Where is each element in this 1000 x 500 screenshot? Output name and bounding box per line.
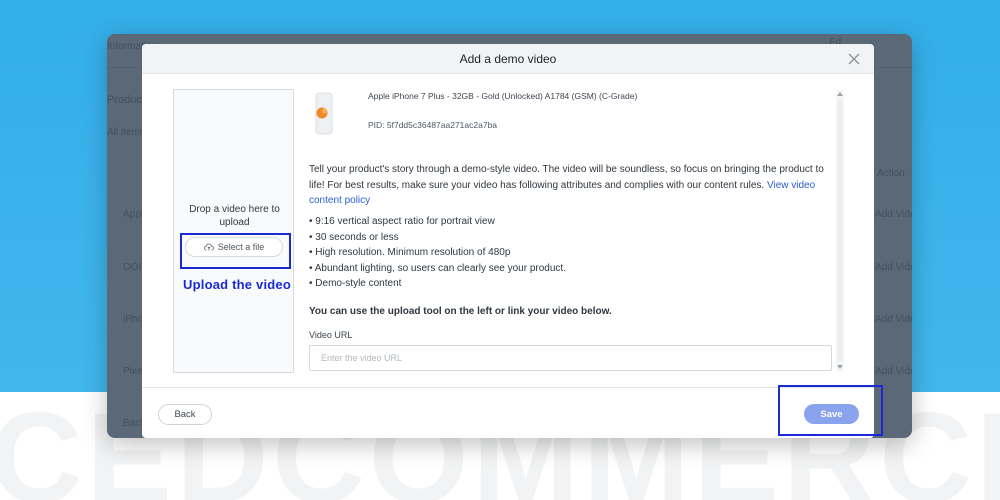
back-button[interactable]: Back — [158, 404, 212, 425]
video-url-input[interactable] — [309, 345, 832, 371]
select-file-highlight-box — [180, 233, 291, 269]
save-highlight-box — [778, 385, 883, 436]
upload-video-annotation: Upload the video — [183, 277, 291, 292]
list-item: • High resolution. Minimum resolution of… — [309, 247, 511, 258]
background-action-label: Add Video — [875, 366, 912, 377]
background-action-label: Add Video — [875, 262, 912, 273]
list-item: • 30 seconds or less — [309, 231, 399, 243]
video-url-label: Video URL — [309, 330, 353, 340]
background-filter-label: All items — [107, 127, 145, 138]
background-row-label: OOI — [123, 262, 142, 273]
product-pid: PID: 5f7dd5c36487aa271ac2a7ba — [368, 120, 498, 130]
background-action-label: Add Video — [875, 314, 912, 325]
drop-zone-text: Drop a video here to upload — [189, 204, 280, 228]
upload-note: You can use the upload tool on the left … — [309, 306, 612, 317]
video-attributes-list: • 9:16 vertical aspect ratio for portrai… — [309, 214, 809, 292]
footer-divider — [142, 387, 874, 388]
list-item: • 9:16 vertical aspect ratio for portrai… — [309, 216, 495, 227]
product-title: Apple iPhone 7 Plus - 32GB - Gold (Unloc… — [368, 91, 638, 101]
scroll-down-arrow-icon[interactable] — [837, 365, 843, 369]
content-scrollbar[interactable] — [836, 90, 844, 371]
modal-title: Add a demo video — [459, 52, 557, 66]
product-thumbnail — [315, 92, 333, 135]
scroll-thumb[interactable] — [837, 100, 843, 362]
list-item: • Demo-style content — [309, 278, 402, 289]
background-column-label: Action — [877, 168, 905, 179]
product-details: Apple iPhone 7 Plus - 32GB - Gold (Unloc… — [309, 90, 839, 373]
background-action-label: Add Video — [875, 209, 912, 220]
list-item: • Abundant lighting, so users can clearl… — [309, 262, 566, 274]
video-drop-zone[interactable]: Drop a video here to upload Select a fil… — [173, 89, 294, 373]
intro-paragraph: Tell your product's story through a demo… — [309, 162, 834, 209]
scroll-up-arrow-icon[interactable] — [837, 92, 843, 96]
intro-text: Tell your product's story through a demo… — [309, 164, 824, 191]
close-icon[interactable] — [847, 52, 861, 66]
